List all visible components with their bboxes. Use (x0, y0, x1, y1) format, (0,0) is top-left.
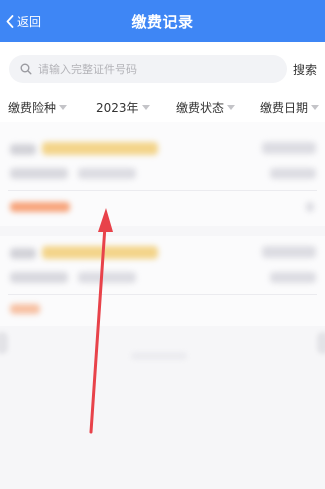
blurred-text (262, 142, 316, 154)
filter-bar: 缴费险种 2023年 缴费状态 缴费日期 (0, 94, 325, 122)
header-bar: 返回 缴费记录 (0, 0, 325, 42)
filter-payment-status[interactable]: 缴费状态 (176, 99, 236, 116)
blurred-text (262, 246, 316, 258)
filter-payment-date[interactable]: 缴费日期 (260, 99, 320, 116)
blurred-side-tab (0, 332, 8, 354)
filter-insurance-type[interactable]: 缴费险种 (8, 99, 68, 116)
blurred-highlight (42, 246, 158, 259)
filter-label: 2023年 (96, 101, 139, 115)
blurred-highlight (42, 142, 158, 155)
divider (8, 294, 317, 295)
caret-down-icon (141, 105, 150, 110)
page-title: 缴费记录 (131, 13, 194, 31)
record-card[interactable] (0, 236, 325, 326)
search-input[interactable] (38, 62, 273, 76)
filter-label: 缴费状态 (176, 101, 225, 115)
blurred-text (10, 248, 36, 259)
caret-down-icon (59, 105, 68, 110)
caret-down-icon (227, 105, 236, 110)
caret-down-icon (311, 105, 320, 110)
blurred-text (270, 168, 316, 179)
records-list (0, 122, 325, 489)
record-card[interactable] (0, 122, 325, 226)
search-button[interactable]: 搜索 (293, 61, 317, 78)
blurred-status (10, 304, 40, 314)
blurred-text (10, 168, 68, 179)
blurred-chevron (306, 202, 314, 212)
search-box[interactable] (9, 55, 287, 83)
blurred-text (78, 272, 136, 283)
filter-year[interactable]: 2023年 (96, 99, 150, 116)
search-icon (20, 63, 32, 75)
filter-label: 缴费险种 (8, 101, 57, 115)
blurred-text (10, 144, 36, 155)
divider (8, 190, 317, 191)
blurred-text (270, 272, 316, 283)
blurred-status (10, 202, 70, 212)
search-row: 搜索 (0, 42, 325, 94)
filter-label: 缴费日期 (260, 101, 309, 115)
blurred-text (10, 272, 68, 283)
blurred-text (78, 168, 136, 179)
blurred-loading-text (131, 352, 187, 360)
blurred-side-tab (317, 332, 325, 354)
